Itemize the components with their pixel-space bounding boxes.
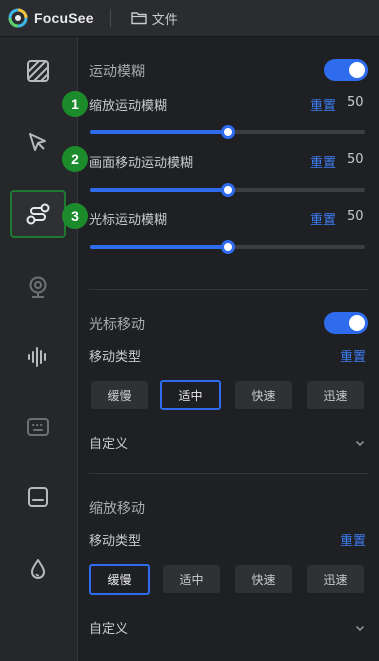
sidebar-item-color[interactable]: [10, 545, 66, 593]
section-divider: [89, 473, 368, 474]
slider-thumb[interactable]: [221, 125, 235, 139]
folder-icon: [131, 12, 147, 25]
slider-fill: [90, 245, 228, 249]
zoom-blur-value: 50: [347, 95, 364, 110]
chevron-down-icon[interactable]: [355, 623, 365, 633]
focusee-logo-icon: [8, 8, 28, 28]
title-divider: [109, 9, 111, 27]
keyboard-icon: [27, 418, 49, 436]
motion-blur-title: 运动模糊: [89, 64, 145, 80]
motion-blur-toggle[interactable]: [324, 59, 368, 81]
slider-thumb[interactable]: [221, 183, 235, 197]
sidebar-item-background[interactable]: [10, 47, 66, 95]
pan-blur-reset-link[interactable]: 重置: [310, 152, 336, 171]
caption-icon: [28, 487, 48, 507]
slider-fill: [90, 188, 228, 192]
zoom-speed-medium-button[interactable]: 适中: [163, 565, 220, 593]
cursor-move-title: 光标移动: [89, 317, 145, 333]
background-pattern-icon: [27, 60, 49, 82]
zoom-move-title: 缩放移动: [89, 501, 145, 517]
step-badge-3: 3: [62, 203, 88, 229]
app-brand: FocuSee: [34, 10, 94, 26]
cursor-speed-rapid-button[interactable]: 迅速: [307, 381, 364, 409]
zoom-blur-reset-link[interactable]: 重置: [310, 95, 336, 114]
cursor-move-reset-link[interactable]: 重置: [340, 346, 366, 365]
zoom-speed-slow-button[interactable]: 缓慢: [89, 564, 150, 595]
sidebar-item-webcam[interactable]: [10, 263, 66, 311]
pan-blur-label: 画面移动运动模糊: [89, 156, 194, 171]
audio-waveform-icon: [28, 347, 46, 367]
sidebar-item-caption[interactable]: [10, 473, 66, 521]
cursor-blur-value: 50: [347, 209, 364, 224]
sidebar-item-motion[interactable]: [10, 190, 66, 238]
pan-blur-value: 50: [347, 152, 364, 167]
cursor-blur-label: 光标运动模糊: [89, 213, 168, 228]
cursor-icon: [29, 133, 46, 151]
sidebar-item-keyboard[interactable]: [10, 403, 66, 451]
zoom-custom-dropdown[interactable]: 自定义: [89, 618, 128, 637]
zoom-move-type-label: 移动类型: [89, 534, 142, 549]
cursor-blur-reset-link[interactable]: 重置: [310, 209, 336, 228]
cursor-move-toggle[interactable]: [324, 312, 368, 334]
zoom-blur-slider[interactable]: [90, 125, 365, 139]
cursor-speed-medium-button[interactable]: 适中: [160, 380, 221, 410]
chevron-down-icon[interactable]: [355, 438, 365, 448]
cursor-custom-dropdown[interactable]: 自定义: [89, 433, 128, 452]
zoom-speed-rapid-button[interactable]: 迅速: [307, 565, 364, 593]
webcam-icon: [29, 276, 47, 298]
toggle-knob: [349, 315, 365, 331]
cursor-move-type-label: 移动类型: [89, 350, 142, 365]
step-badge-2: 2: [62, 146, 88, 172]
cursor-speed-slow-button[interactable]: 缓慢: [91, 381, 148, 409]
toggle-knob: [349, 62, 365, 78]
settings-panel: 运动模糊 缩放运动模糊 重置 50 画面移动运动模糊 重置 50 光标运动模糊 …: [78, 37, 379, 661]
title-bar: FocuSee 文件: [0, 0, 379, 37]
slider-thumb[interactable]: [221, 240, 235, 254]
section-divider: [89, 289, 368, 290]
step-badge-1: 1: [62, 91, 88, 117]
cursor-blur-slider[interactable]: [90, 240, 365, 254]
motion-path-icon: [26, 203, 50, 225]
zoom-move-reset-link[interactable]: 重置: [340, 530, 366, 549]
pan-blur-slider[interactable]: [90, 183, 365, 197]
sidebar-item-audio[interactable]: [10, 333, 66, 381]
color-drop-icon: [31, 559, 45, 579]
zoom-speed-fast-button[interactable]: 快速: [235, 565, 292, 593]
file-menu[interactable]: 文件: [131, 9, 178, 28]
sidebar-item-cursor[interactable]: [10, 119, 66, 167]
file-menu-label: 文件: [151, 12, 178, 28]
slider-fill: [90, 130, 228, 134]
sidebar: [0, 37, 78, 661]
zoom-blur-label: 缩放运动模糊: [89, 99, 168, 114]
cursor-speed-fast-button[interactable]: 快速: [235, 381, 292, 409]
